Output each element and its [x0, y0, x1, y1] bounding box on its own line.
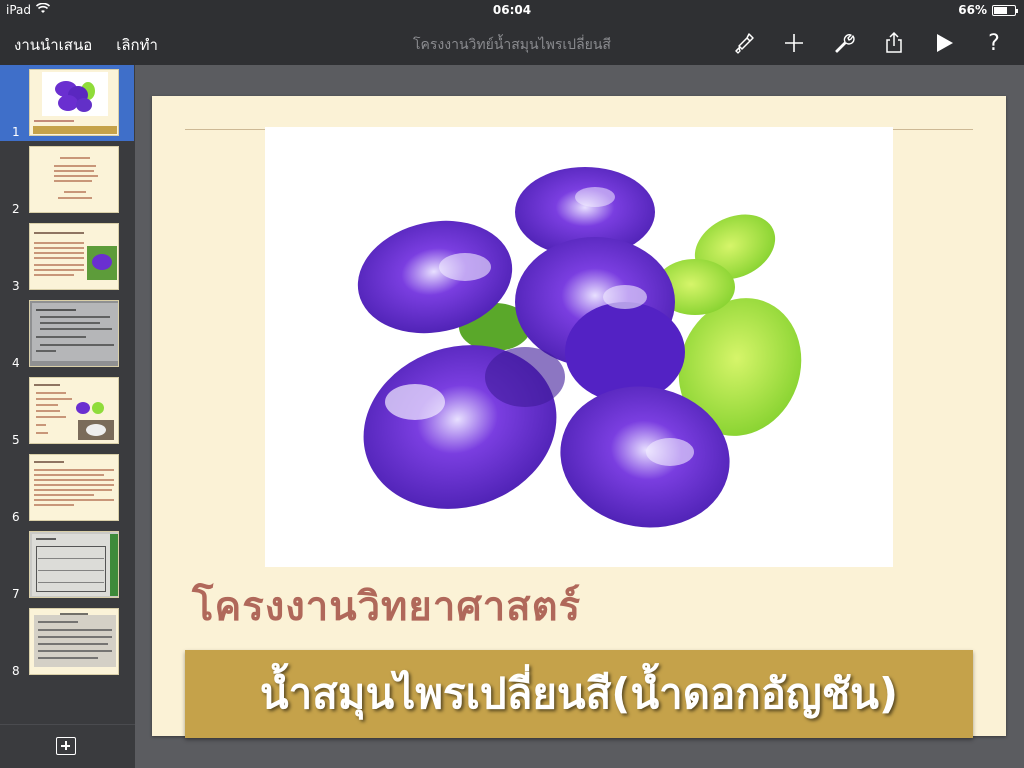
slide-subtitle: น้ำสมุนไพรเปลี่ยนสี(น้ำดอกอัญชัน)	[259, 669, 899, 718]
paintbrush-icon	[735, 33, 754, 54]
battery-percent: 66%	[958, 3, 987, 17]
slide-number: 3	[12, 279, 20, 293]
slide-5-preview	[29, 377, 119, 444]
slide-navigator: 1 2 3 4 5 6 7 8	[0, 65, 135, 768]
battery-icon	[992, 4, 1018, 16]
slide-number: 6	[12, 510, 20, 524]
slide-thumbnail-3[interactable]: 3	[0, 219, 134, 295]
slide-thumbnail-1[interactable]: 1	[0, 65, 134, 141]
slide-thumbnail-2[interactable]: 2	[0, 142, 134, 218]
play-button[interactable]	[928, 28, 960, 58]
slide-2-preview	[29, 146, 119, 213]
slide-7-preview	[29, 531, 119, 598]
slide-thumbnail-6[interactable]: 6	[0, 450, 134, 526]
clock: 06:04	[492, 3, 532, 17]
slide-number: 5	[12, 433, 20, 447]
flower-thumb-icon	[55, 81, 95, 112]
slide-thumbnail-5[interactable]: 5	[0, 373, 134, 449]
slide-subtitle-banner[interactable]: น้ำสมุนไพรเปลี่ยนสี(น้ำดอกอัญชัน)	[185, 650, 973, 738]
slide-number: 1	[12, 125, 20, 139]
slide-number: 7	[12, 587, 20, 601]
plus-icon	[785, 34, 803, 52]
slide-thumbnail-8[interactable]: 8	[0, 604, 134, 680]
play-icon	[937, 34, 953, 52]
toolbar: งานนำเสนอ เลิกทำ โครงงานวิทย์น้ำสมุนไพรเ…	[0, 20, 1024, 65]
slide-canvas: โครงงานวิทยาศาสตร์ น้ำสมุนไพรเปลี่ยนสี(น…	[135, 65, 1024, 768]
battery-fill	[994, 6, 1008, 14]
slide-4-preview	[29, 300, 119, 367]
help-button[interactable]: ?	[978, 28, 1010, 58]
slide-8-preview	[29, 608, 119, 675]
slide-1-preview	[29, 69, 119, 136]
format-button[interactable]	[728, 28, 760, 58]
undo-button[interactable]: เลิกทำ	[116, 33, 158, 57]
sidebar-footer	[0, 724, 135, 768]
tools-button[interactable]	[828, 28, 860, 58]
current-slide[interactable]: โครงงานวิทยาศาสตร์ น้ำสมุนไพรเปลี่ยนสี(น…	[152, 96, 1006, 738]
slide-3-preview	[29, 223, 119, 290]
slide-thumbnail-7[interactable]: 7	[0, 527, 134, 603]
butterfly-pea-flower-icon	[357, 167, 802, 528]
add-slide-button[interactable]	[56, 737, 76, 755]
slide-number: 4	[12, 356, 20, 370]
wrench-icon	[835, 34, 855, 53]
status-bar: iPad 06:04 66%	[0, 0, 1024, 20]
flower-image[interactable]	[265, 127, 893, 567]
help-icon: ?	[988, 30, 1000, 56]
slide-thumbnail-4[interactable]: 4	[0, 296, 134, 372]
share-icon	[886, 31, 902, 53]
slide-6-preview	[29, 454, 119, 521]
share-button[interactable]	[878, 28, 910, 58]
slide-title[interactable]: โครงงานวิทยาศาสตร์	[192, 574, 581, 638]
slide-number: 8	[12, 664, 20, 678]
presentations-button[interactable]: งานนำเสนอ	[14, 33, 92, 57]
slide-number: 2	[12, 202, 20, 216]
insert-button[interactable]	[778, 28, 810, 58]
